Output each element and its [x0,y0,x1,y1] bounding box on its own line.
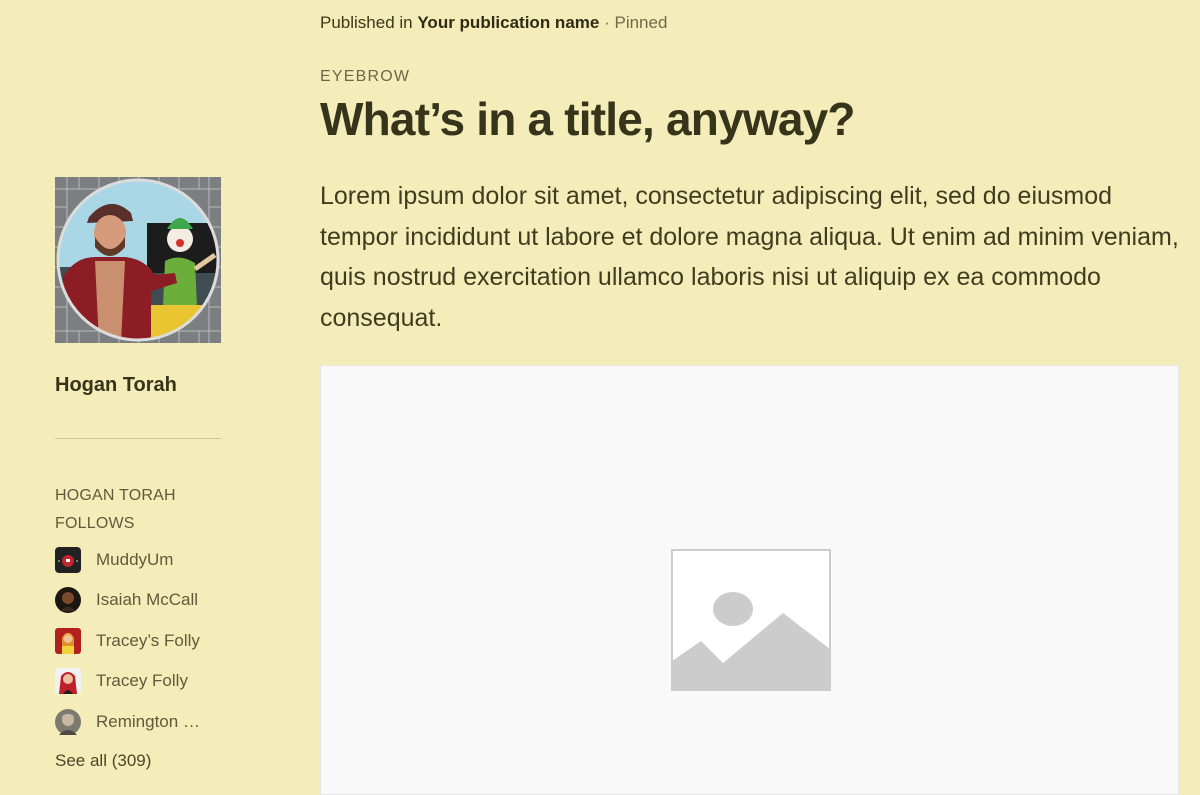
follow-item-muddyum[interactable]: MuddyUm [55,546,208,573]
article-main: Published in Your publication name · Pin… [320,0,1180,795]
article-hero-image [320,365,1179,795]
author-name[interactable]: Hogan Torah [55,374,177,397]
author-sidebar: Hogan Torah HOGAN TORAH FOLLOWS MuddyUm [55,0,221,785]
published-line: Published in Your publication name · Pin… [320,13,667,33]
follow-name: Tracey’s Folly [96,630,200,650]
follows-heading: HOGAN TORAH FOLLOWS [55,487,176,532]
article-lead-paragraph: Lorem ipsum dolor sit amet, consectetur … [320,182,1179,333]
follow-name: Tracey Folly [96,671,188,690]
follow-name: Isaiah McCall [96,590,199,609]
muddyum-avatar [55,546,81,573]
isaiah-mccall-avatar [55,587,81,613]
follow-name: Remington W... [96,711,208,731]
follows-list: MuddyUm Isaiah McCall Tracey’s Folly Tra… [55,546,208,749]
article-eyebrow: EYEBROW [320,68,411,85]
article-title: What’s in a title, anyway? [320,93,856,145]
published-prefix: Published in [320,13,413,32]
follow-name: MuddyUm [96,549,174,569]
publication-name-link[interactable]: Your publication name [417,13,599,32]
see-all-follows-link[interactable]: See all (309) [55,751,151,771]
author-profile-photo[interactable] [55,177,221,343]
traceys-folly-avatar [55,627,81,654]
tracey-folly-avatar [55,668,81,694]
follow-item-isaiah-mccall[interactable]: Isaiah McCall [55,587,208,614]
image-placeholder-icon [671,549,831,691]
follow-item-remington[interactable]: Remington W... [55,708,208,735]
sidebar-divider [55,438,221,439]
pinned-status: Pinned [614,13,668,32]
remington-avatar [55,708,81,735]
follow-item-tracey-folly[interactable]: Tracey Folly [55,668,208,695]
separator-dot: · [604,13,610,32]
follow-item-traceys-folly[interactable]: Tracey’s Folly [55,627,208,654]
